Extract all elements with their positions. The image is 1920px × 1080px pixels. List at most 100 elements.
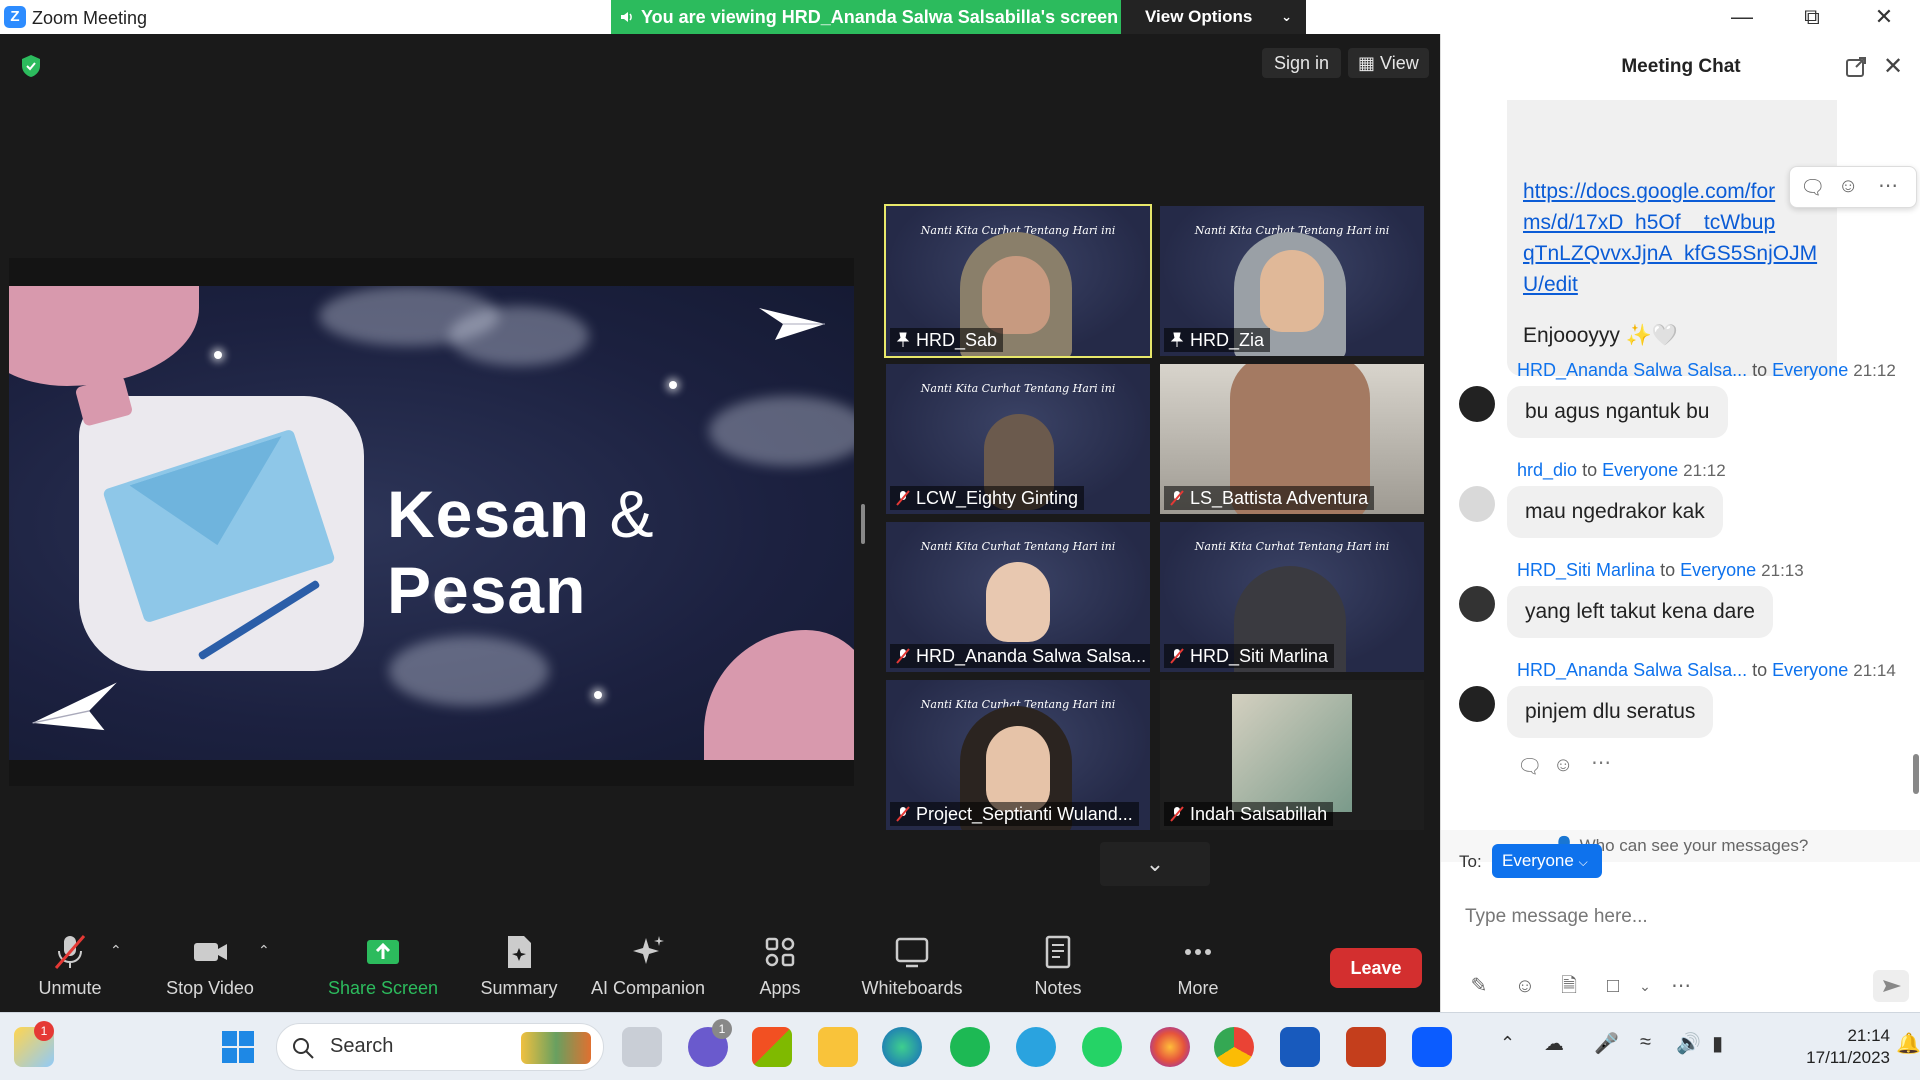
reply-icon[interactable]: 🗨 [1517,754,1542,779]
sender-name[interactable]: HRD_Ananda Salwa Salsa... [1517,360,1747,380]
muted-mic-icon [54,935,86,969]
leave-button[interactable]: Leave [1330,948,1422,988]
more-dots-icon[interactable]: ⋯ [1878,173,1898,198]
powerpoint-icon[interactable] [1346,1027,1386,1067]
wifi-icon[interactable]: ≈ [1640,1031,1651,1054]
unmute-button[interactable]: Unmute [30,932,110,1008]
summary-button[interactable]: Summary [474,932,564,1008]
taskbar-search-box[interactable] [276,1023,604,1071]
whiteboard-icon [895,937,929,968]
edge-browser-icon[interactable] [882,1027,922,1067]
close-icon[interactable]: ✕ [1883,52,1903,81]
chat-scrollbar[interactable] [1913,754,1919,794]
splitter-handle[interactable] [861,504,865,544]
participant-tile[interactable]: Nanti Kita Curhat Tentang Hari ini LCW_E… [886,364,1150,514]
onedrive-icon[interactable]: ☁ [1544,1031,1564,1056]
ai-companion-button[interactable]: AI Companion [588,932,708,1008]
taskbar-search-label: Search [330,1035,394,1057]
muted-mic-icon [1170,490,1184,506]
windows-start-icon[interactable] [218,1027,258,1067]
sign-in-button[interactable]: Sign in [1262,48,1342,78]
avatar[interactable] [1459,486,1495,522]
firefox-icon[interactable] [1150,1027,1190,1067]
search-highlight-image [521,1032,591,1064]
popout-icon[interactable] [1845,56,1867,78]
tile-banner: Nanti Kita Curhat Tentang Hari ini [920,382,1116,395]
telegram-icon[interactable] [1016,1027,1056,1067]
whatsapp-icon[interactable] [1082,1027,1122,1067]
emoji-reaction-icon[interactable]: ☺ [1838,175,1858,198]
video-options-caret[interactable]: ⌃ [258,942,270,959]
sender-name[interactable]: HRD_Ananda Salwa Salsa... [1517,660,1747,680]
more-button[interactable]: More [1158,932,1238,1008]
microphone-icon[interactable]: 🎤 [1594,1031,1619,1056]
participant-tile[interactable]: Nanti Kita Curhat Tentang Hari ini HRD_S… [884,204,1152,358]
message-header: HRD_Ananda Salwa Salsa... to Everyone 21… [1517,360,1896,380]
more-dots-icon[interactable]: ⋯ [1667,972,1695,1000]
send-button[interactable] [1873,970,1909,1002]
reply-icon[interactable]: 🗨 [1800,175,1825,200]
task-view-icon[interactable] [622,1027,662,1067]
avatar[interactable] [1459,586,1495,622]
shared-screen[interactable]: Kesan & Pesan [9,258,854,786]
more-dots-icon[interactable]: ⋯ [1591,750,1611,775]
cloud-decoration [389,636,549,706]
share-screen-button[interactable]: Share Screen [328,932,438,1008]
tile-banner: Nanti Kita Curhat Tentang Hari ini [920,540,1116,553]
video-camera-icon [194,943,227,961]
apps-button[interactable]: Apps [740,932,820,1008]
chat-header: Meeting Chat ✕ [1441,34,1920,104]
format-text-icon[interactable]: ✎ [1465,972,1493,1000]
view-button[interactable]: ▦ View [1348,48,1429,78]
word-icon[interactable] [1280,1027,1320,1067]
taskbar-clock[interactable]: 21:14 17/11/2023 [1800,1025,1890,1069]
sender-name[interactable]: HRD_Siti Marlina [1517,560,1655,580]
participant-tile[interactable]: Nanti Kita Curhat Tentang Hari ini HRD_Z… [1160,206,1424,356]
audio-options-caret[interactable]: ⌃ [110,942,122,959]
chevron-down-icon: ⌵ [1578,855,1588,869]
chrome-icon[interactable] [1214,1027,1254,1067]
pink-blob-decoration [704,630,854,760]
message-input[interactable] [1465,900,1895,934]
chevron-down-icon: ⌄ [1281,9,1292,24]
paper-plane-icon [759,308,825,340]
zoom-app-icon[interactable] [1412,1027,1452,1067]
gallery-scroll-down-button[interactable]: ⌄ [1100,842,1210,886]
minimize-button[interactable]: — [1712,4,1772,30]
summary-document-icon [508,936,531,968]
view-options-button[interactable]: View Options ⌄ [1121,0,1306,34]
microsoft-store-icon[interactable] [752,1027,792,1067]
recipient-dropdown[interactable]: Everyone ⌵ [1492,844,1602,878]
emoji-icon[interactable]: ☺ [1511,972,1539,1000]
participant-tile[interactable]: Nanti Kita Curhat Tentang Hari ini HRD_S… [1160,522,1424,672]
chevron-down-icon[interactable]: ⌄ [1631,972,1659,1000]
message-header: HRD_Siti Marlina to Everyone 21:13 [1517,560,1804,580]
chevron-up-icon[interactable]: ⌃ [1500,1033,1515,1054]
participant-avatar [986,562,1050,642]
notification-badge: 1 [34,1021,54,1041]
participant-tile[interactable]: LS_Battista Adventura [1160,364,1424,514]
spotify-icon[interactable] [950,1027,990,1067]
participant-tile[interactable]: Nanti Kita Curhat Tentang Hari ini HRD_A… [886,522,1150,672]
screenshot-icon[interactable]: □ [1599,972,1627,1000]
notification-bell-icon[interactable]: 🔔 [1896,1031,1920,1056]
file-explorer-icon[interactable] [818,1027,858,1067]
whiteboards-button[interactable]: Whiteboards [852,932,972,1008]
avatar[interactable] [1459,386,1495,422]
sender-name[interactable]: hrd_dio [1517,460,1577,480]
volume-icon[interactable]: 🔊 [1676,1031,1701,1056]
participant-tile[interactable]: Nanti Kita Curhat Tentang Hari ini Proje… [886,680,1150,830]
participant-tile[interactable]: Indah Salsabillah [1160,680,1424,830]
maximize-button[interactable]: ⧉ [1782,4,1842,30]
emoji-reaction-icon[interactable]: ☺ [1553,754,1573,777]
muted-mic-icon [896,806,910,822]
meeting-toolbar: Unmute ⌃ Stop Video ⌃ Share Screen Summa… [0,924,1440,1012]
stop-video-button[interactable]: Stop Video [160,932,260,1008]
battery-icon[interactable]: ▮ [1712,1031,1723,1056]
close-window-button[interactable]: ✕ [1854,4,1914,30]
form-link[interactable]: https://docs.google.com/for ms/d/17xD_h5… [1523,176,1817,300]
notes-button[interactable]: Notes [1018,932,1098,1008]
file-icon[interactable]: 🗎 [1555,972,1583,1000]
avatar[interactable] [1459,686,1495,722]
encryption-shield-icon[interactable] [20,54,42,78]
